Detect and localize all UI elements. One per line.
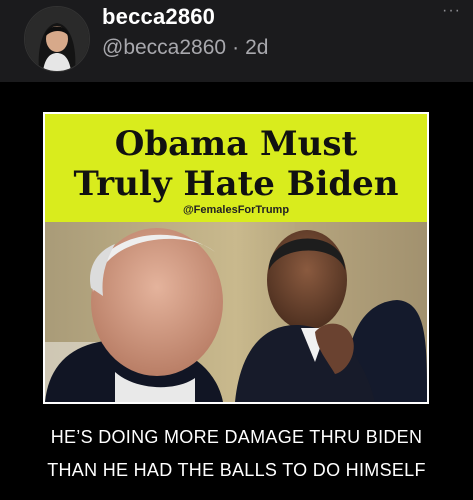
headline-line-1: Obama Must [114,124,358,164]
author-meta: @becca2860 · 2d [102,36,268,60]
author-username[interactable]: becca2860 [102,4,215,30]
author-handle[interactable]: @becca2860 [102,36,226,59]
post-header: becca2860 @becca2860 · 2d ··· [0,0,473,82]
avatar[interactable] [24,6,90,72]
meme-photo [45,222,427,402]
headline-line-2: Truly Hate Biden [73,164,399,204]
avatar-photo [25,7,89,71]
caption-line-2: THAN HE HAD THE BALLS TO DO HIMSELF [47,460,426,480]
meme-watermark: @FemalesForTrump [182,204,290,216]
headline-panel: Obama Must Truly Hate Biden @FemalesForT… [45,114,427,222]
post-media[interactable]: Obama Must Truly Hate Biden @FemalesForT… [0,82,473,500]
meme-image: Obama Must Truly Hate Biden @FemalesForT… [43,112,429,404]
post-timestamp[interactable]: 2d [245,36,268,59]
meta-separator: · [232,36,240,59]
more-options-icon[interactable]: ··· [442,2,461,20]
caption-line-1: HE’S DOING MORE DAMAGE THRU BIDEN [50,427,423,447]
